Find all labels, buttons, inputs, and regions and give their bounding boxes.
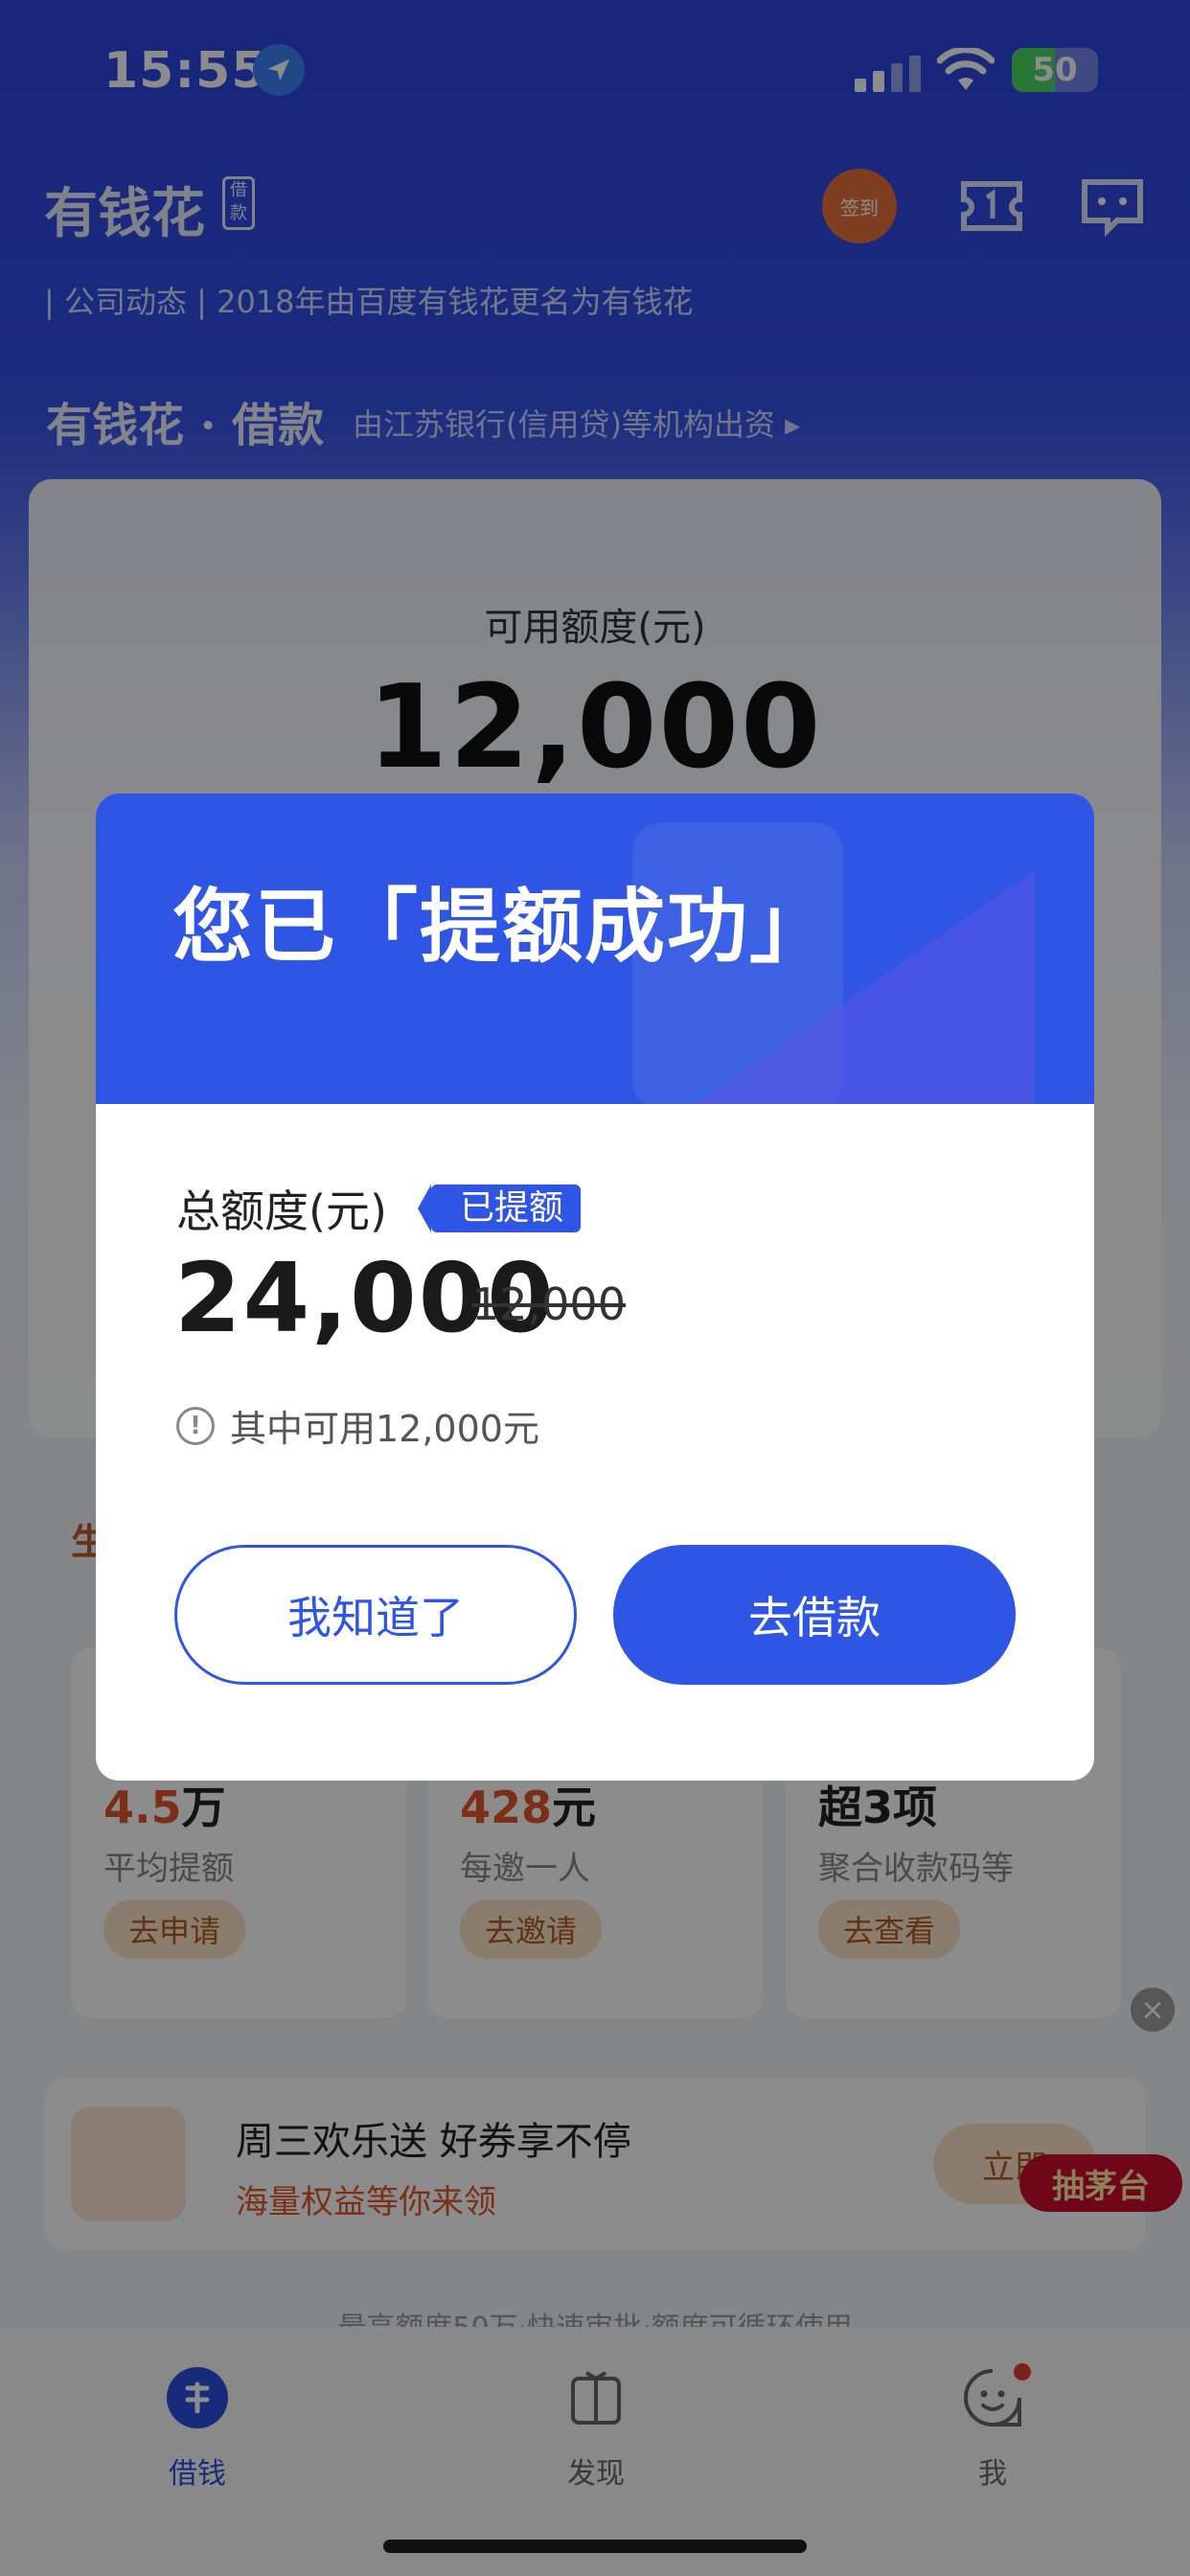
- credit-raise-success-dialog: 您已「提额成功」 总额度(元) 已提额 24,000 12,000 ! 其中可用…: [96, 794, 1094, 1781]
- available-note: ! 其中可用12,000元: [176, 1399, 539, 1452]
- got-it-button[interactable]: 我知道了: [174, 1545, 577, 1685]
- dialog-header: 您已「提额成功」: [96, 794, 1094, 1104]
- home-indicator[interactable]: [383, 2540, 807, 2553]
- total-credit-label: 总额度(元): [176, 1185, 387, 1237]
- raised-badge: 已提额: [417, 1184, 582, 1232]
- info-icon: !: [176, 1406, 215, 1445]
- available-amount-text: 其中可用12,000元: [230, 1408, 539, 1450]
- go-borrow-button[interactable]: 去借款: [613, 1545, 1016, 1685]
- previous-credit-value: 12,000: [471, 1278, 626, 1330]
- dialog-title: 您已「提额成功」: [172, 879, 833, 974]
